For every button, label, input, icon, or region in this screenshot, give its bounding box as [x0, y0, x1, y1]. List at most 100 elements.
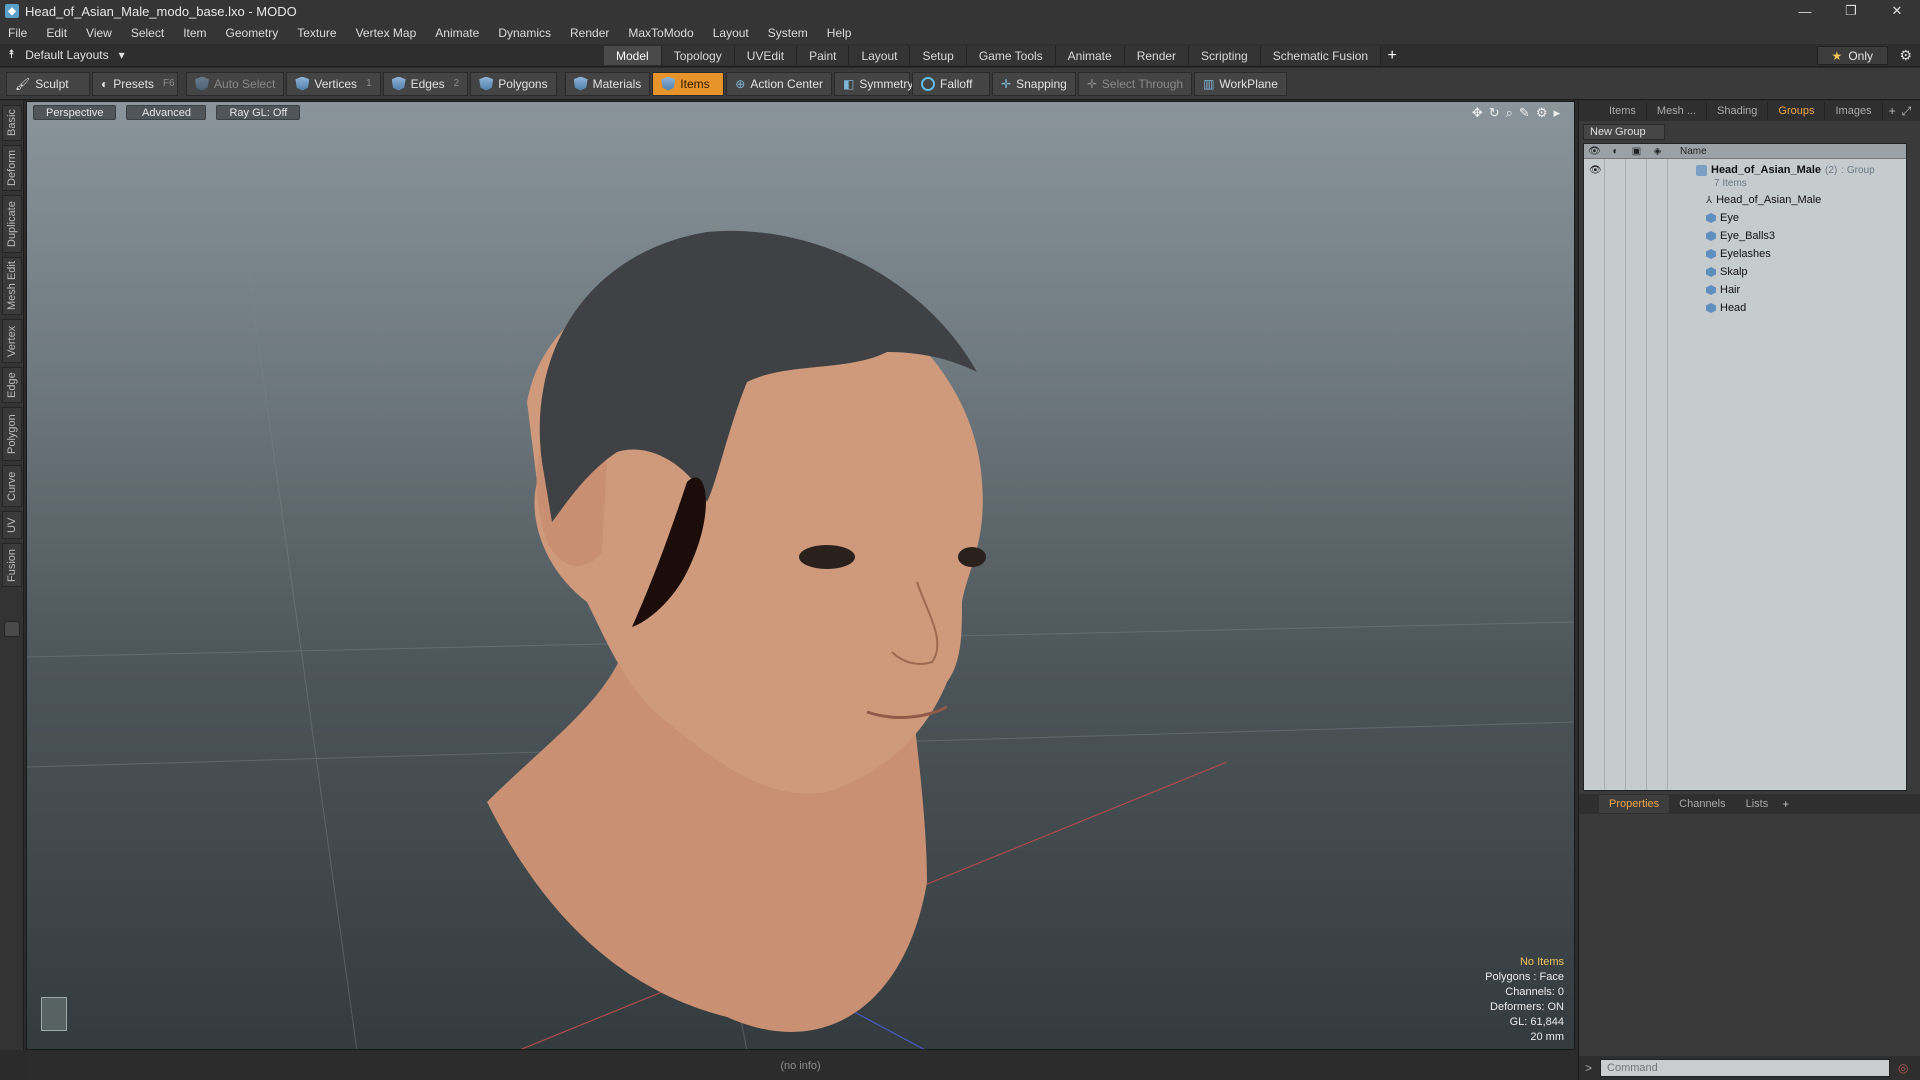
chevron-down-icon: ▾ [118, 47, 125, 62]
vtab-deform[interactable]: Deform [2, 145, 22, 191]
snapping-button[interactable]: ✛ Snapping [992, 71, 1076, 96]
pan-icon[interactable]: ✥ [1472, 105, 1483, 121]
select-through-button[interactable]: ✛ Select Through [1077, 71, 1193, 96]
tree-item-row[interactable]: ⅄ Head_of_Asian_Male [1584, 191, 1906, 209]
tab-render[interactable]: Render [1124, 46, 1190, 65]
layouts-dropdown[interactable]: ⯭ Default Layouts ▾ [8, 47, 125, 62]
vtab-uv[interactable]: UV [2, 511, 22, 539]
render-col-icon[interactable]: ◐ [1605, 146, 1626, 157]
shading-mode-button[interactable]: Advanced [126, 105, 207, 120]
tab-lists[interactable]: Lists [1736, 795, 1779, 813]
layout-tabs: Model Topology UVEdit Paint Layout Setup… [604, 46, 1403, 65]
tab-mesh[interactable]: Mesh ... [1647, 102, 1708, 120]
falloff-button[interactable]: Falloff [912, 71, 991, 96]
expand-arrow-icon[interactable]: ▸ [1553, 105, 1560, 121]
panel-expand-icon[interactable]: ⤢ [1902, 104, 1912, 119]
tab-items[interactable]: Items [1599, 102, 1647, 120]
vtab-duplicate[interactable]: Duplicate [2, 195, 22, 253]
close-button[interactable]: ✕ [1874, 0, 1920, 22]
menu-dynamics[interactable]: Dynamics [498, 26, 551, 40]
vtab-vertex[interactable]: Vertex [2, 319, 22, 363]
vtab-mesh-edit[interactable]: Mesh Edit [2, 257, 22, 315]
tab-paint[interactable]: Paint [797, 46, 850, 65]
vtab-curve[interactable]: Curve [2, 465, 22, 507]
polygons-button[interactable]: Polygons [470, 71, 557, 96]
command-input[interactable] [1600, 1059, 1891, 1077]
menu-vertex-map[interactable]: Vertex Map [356, 26, 417, 40]
menu-system[interactable]: System [768, 26, 808, 40]
menu-edit[interactable]: Edit [46, 26, 67, 40]
panel-add-icon[interactable]: + [1889, 104, 1896, 118]
tree-item-row[interactable]: Skalp [1584, 263, 1906, 281]
sculpt-button[interactable]: 🖌 Sculpt [6, 71, 90, 96]
action-center-label: Action Center [750, 76, 824, 91]
tree-item-row[interactable]: Hair [1584, 281, 1906, 299]
symmetry-button[interactable]: ◧ Symmetry [834, 71, 913, 96]
view-mode-button[interactable]: Perspective [33, 105, 117, 120]
paint-icon[interactable]: ✎ [1519, 105, 1530, 121]
collapse-arrow-icon[interactable]: ⯭ [8, 47, 15, 62]
tab-setup[interactable]: Setup [910, 46, 967, 65]
tab-layout[interactable]: Layout [849, 46, 911, 65]
restore-button[interactable]: ❐ [1828, 0, 1874, 22]
items-button[interactable]: Items [652, 71, 725, 96]
menu-select[interactable]: Select [131, 26, 164, 40]
tree-item-row[interactable]: Eyelashes [1584, 245, 1906, 263]
menu-file[interactable]: File [8, 26, 27, 40]
select-col-icon[interactable]: ◈ [1647, 146, 1668, 157]
vtab-fusion[interactable]: Fusion [2, 543, 22, 587]
tab-scripting[interactable]: Scripting [1189, 46, 1261, 65]
menu-texture[interactable]: Texture [297, 26, 336, 40]
viewport-scene[interactable] [27, 102, 1575, 1050]
action-center-button[interactable]: ⊕ Action Center [726, 71, 833, 96]
add-tab-plus-icon[interactable]: + [1381, 46, 1403, 65]
edges-button[interactable]: Edges 2 [382, 71, 469, 96]
tab-model[interactable]: Model [604, 46, 662, 65]
tab-groups[interactable]: Groups [1768, 102, 1826, 120]
raygl-button[interactable]: Ray GL: Off [216, 105, 301, 120]
tab-images[interactable]: Images [1825, 102, 1883, 120]
menu-help[interactable]: Help [827, 26, 852, 40]
menu-animate[interactable]: Animate [435, 26, 479, 40]
tab-properties[interactable]: Properties [1599, 795, 1670, 813]
tab-schematic-fusion[interactable]: Schematic Fusion [1260, 46, 1382, 65]
tree-item-row[interactable]: Eye [1584, 209, 1906, 227]
rotate-icon[interactable]: ↻ [1489, 105, 1500, 121]
only-button[interactable]: ★ Only [1816, 46, 1888, 65]
item-label: Eye_Balls3 [1720, 230, 1776, 242]
left-panel-toggle[interactable] [4, 621, 20, 637]
auto-select-button[interactable]: Auto Select [186, 71, 285, 96]
vtab-polygon[interactable]: Polygon [2, 407, 22, 461]
command-history-icon[interactable]: ◎ [1898, 1061, 1908, 1075]
gear-icon[interactable]: ⚙ [1899, 47, 1912, 64]
menu-layout[interactable]: Layout [713, 26, 749, 40]
tree-item-row[interactable]: Eye_Balls3 [1584, 227, 1906, 245]
visibility-col-icon[interactable]: 👁 [1584, 146, 1605, 157]
menu-item[interactable]: Item [183, 26, 206, 40]
tab-game-tools[interactable]: Game Tools [966, 46, 1056, 65]
lower-add-icon[interactable]: + [1782, 797, 1789, 811]
materials-button[interactable]: Materials [564, 71, 651, 96]
vertices-button[interactable]: Vertices 1 [286, 71, 381, 96]
menu-view[interactable]: View [86, 26, 112, 40]
tab-channels[interactable]: Channels [1669, 795, 1735, 813]
presets-button[interactable]: ◐ Presets F6 [92, 71, 178, 96]
vtab-basic[interactable]: Basic [2, 105, 22, 141]
viewport-gear-icon[interactable]: ⚙ [1536, 105, 1548, 121]
minimize-button[interactable]: — [1782, 0, 1828, 22]
tab-shading[interactable]: Shading [1707, 102, 1769, 120]
workplane-button[interactable]: ▥ WorkPlane [1194, 71, 1287, 96]
tab-animate[interactable]: Animate [1055, 46, 1125, 65]
new-group-button[interactable]: New Group [1583, 124, 1665, 140]
tab-topology[interactable]: Topology [661, 46, 735, 65]
tab-uvedit[interactable]: UVEdit [734, 46, 798, 65]
zoom-icon[interactable]: ⌕ [1506, 105, 1513, 121]
menu-geometry[interactable]: Geometry [226, 26, 279, 40]
vtab-edge[interactable]: Edge [2, 367, 22, 403]
name-column-header[interactable]: Name [1680, 146, 1707, 157]
tree-item-row[interactable]: Head [1584, 299, 1906, 317]
menu-maxtomodo[interactable]: MaxToModo [628, 26, 693, 40]
3d-viewport[interactable]: Perspective Advanced Ray GL: Off ✥ ↻ ⌕ ✎… [26, 101, 1575, 1050]
lock-col-icon[interactable]: ▣ [1626, 146, 1647, 157]
menu-render[interactable]: Render [570, 26, 609, 40]
